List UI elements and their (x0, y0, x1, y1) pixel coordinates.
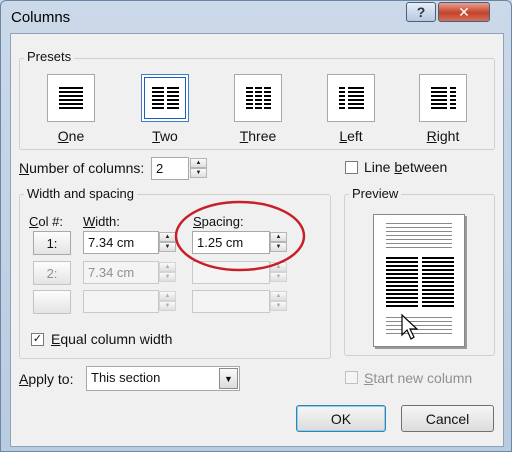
three-column-icon (246, 87, 253, 109)
preview-line (386, 247, 452, 248)
start-new-column-label: Start new column (364, 370, 473, 386)
preview-line (386, 239, 452, 240)
num-columns-label: Number of columns: (19, 160, 145, 176)
col-1-button[interactable]: 1: (33, 231, 71, 255)
preview-label: Preview (349, 186, 402, 201)
equal-width-label: Equal column width (51, 331, 173, 347)
preview-column-left (386, 257, 418, 309)
close-button[interactable]: ✕ (438, 2, 490, 22)
spin-up-icon: ▲ (270, 291, 287, 301)
preset-three[interactable] (234, 74, 282, 122)
presets-label: Presets (24, 49, 75, 64)
preview-line (386, 235, 452, 236)
col-3-spacing-spinner: ▲ ▼ (270, 291, 287, 312)
col-3-width-input (83, 290, 159, 313)
help-button[interactable]: ? (406, 2, 436, 22)
preview-line (386, 227, 452, 228)
col-2-button: 2: (33, 261, 71, 285)
three-column-icon-right (264, 87, 271, 109)
preset-one-label: One (57, 128, 85, 144)
ok-button[interactable]: OK (296, 405, 386, 432)
two-column-icon (152, 87, 164, 109)
preset-two-label: Two (152, 128, 178, 144)
num-columns-spinner[interactable]: ▲ ▼ (190, 158, 207, 179)
col-1-width-input[interactable]: 7.34 cm (83, 231, 159, 254)
spin-down-icon: ▼ (159, 301, 176, 311)
apply-to-label: Apply to: (19, 371, 74, 387)
width-header: Width: (83, 214, 120, 229)
spin-up-icon: ▲ (159, 291, 176, 301)
preset-left[interactable] (327, 74, 375, 122)
col-number-header: Col #: (29, 214, 63, 229)
col-3-width-spinner: ▲ ▼ (159, 291, 176, 312)
preset-two[interactable] (141, 74, 189, 122)
line-between-label: Line between (364, 159, 448, 175)
right-column-icon (431, 87, 447, 109)
preset-three-label: Three (239, 128, 277, 144)
cancel-button[interactable]: Cancel (401, 405, 494, 432)
preview-line (386, 223, 452, 224)
preset-right-label: Right (426, 128, 460, 144)
left-column-icon-wide (348, 87, 364, 109)
three-column-icon-mid (255, 87, 262, 109)
preset-right[interactable] (419, 74, 467, 122)
col-2-width-input: 7.34 cm (83, 261, 159, 284)
right-column-icon-narrow (450, 87, 456, 109)
preview-column-right (422, 257, 454, 309)
spin-down-icon[interactable]: ▼ (190, 168, 207, 178)
col-3-spacing-input (192, 290, 270, 313)
two-column-icon-right (167, 87, 179, 109)
apply-to-select[interactable]: This section (86, 366, 240, 391)
width-spacing-label: Width and spacing (24, 186, 137, 201)
highlight-circle (174, 200, 306, 272)
dropdown-arrow-icon[interactable]: ▼ (219, 368, 238, 389)
dialog-title: Columns (11, 9, 71, 26)
left-column-icon (339, 87, 345, 109)
spin-down-icon: ▼ (270, 301, 287, 311)
preview-line (386, 243, 452, 244)
columns-dialog: Columns ? ✕ Presets One Two Three Left R… (0, 0, 512, 452)
checkmark-icon: ✓ (32, 333, 43, 345)
preset-left-label: Left (339, 128, 363, 144)
num-columns-input[interactable]: 2 (151, 157, 189, 180)
preview-line (386, 231, 452, 232)
preset-one[interactable] (47, 74, 95, 122)
preview-page (373, 214, 465, 347)
cursor-icon (401, 313, 419, 340)
dialog-body: Presets One Two Three Left Right Number … (10, 33, 504, 447)
spin-up-icon[interactable]: ▲ (190, 158, 207, 168)
title-bar: Columns ? ✕ (1, 1, 511, 33)
equal-width-checkbox[interactable]: ✓ (31, 333, 44, 346)
one-column-icon (59, 87, 83, 109)
col-3-button (33, 290, 71, 314)
start-new-column-checkbox (345, 371, 358, 384)
line-between-checkbox[interactable] (345, 161, 358, 174)
